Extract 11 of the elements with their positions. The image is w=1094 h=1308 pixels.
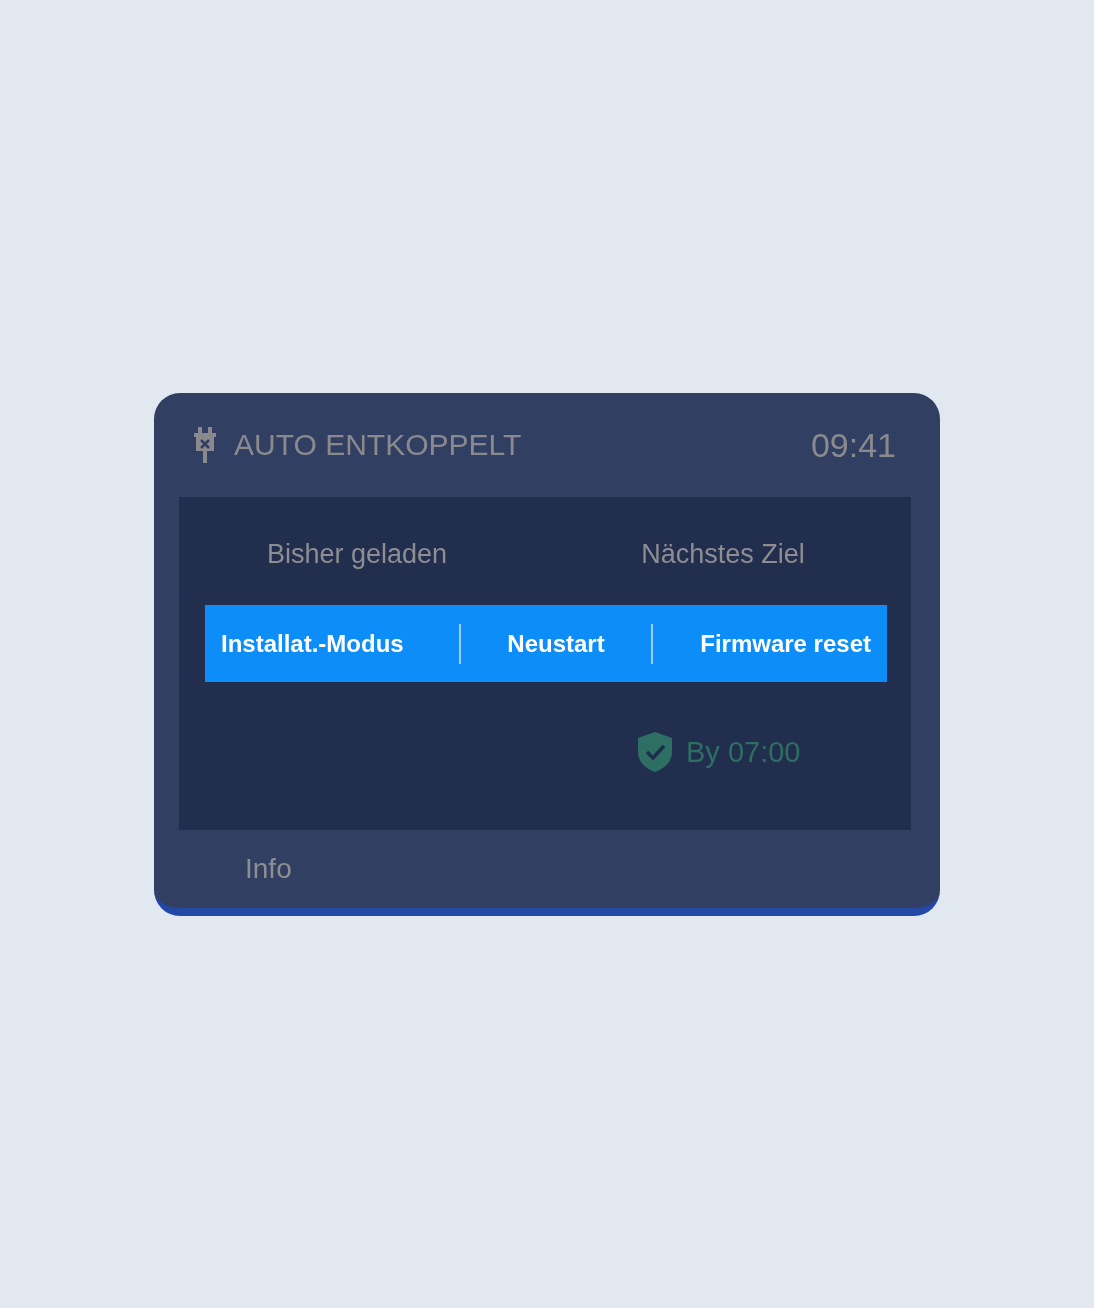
- plug-icon: [192, 427, 218, 463]
- column-label: Bisher geladen: [266, 539, 448, 571]
- column-label: Nächstes Ziel: [641, 539, 805, 571]
- menu-item[interactable]: Installat.-Modus: [205, 629, 459, 658]
- info-label: Info: [245, 853, 292, 885]
- clock-time: 09:41: [810, 425, 896, 465]
- target-time: By 07:00: [686, 735, 801, 769]
- menu-item[interactable]: Neustart: [461, 629, 651, 658]
- shield-check-icon: [638, 732, 672, 772]
- menu-item[interactable]: Firmware reset: [653, 629, 887, 658]
- status-title: AUTO ENTKOPPELT: [234, 428, 523, 462]
